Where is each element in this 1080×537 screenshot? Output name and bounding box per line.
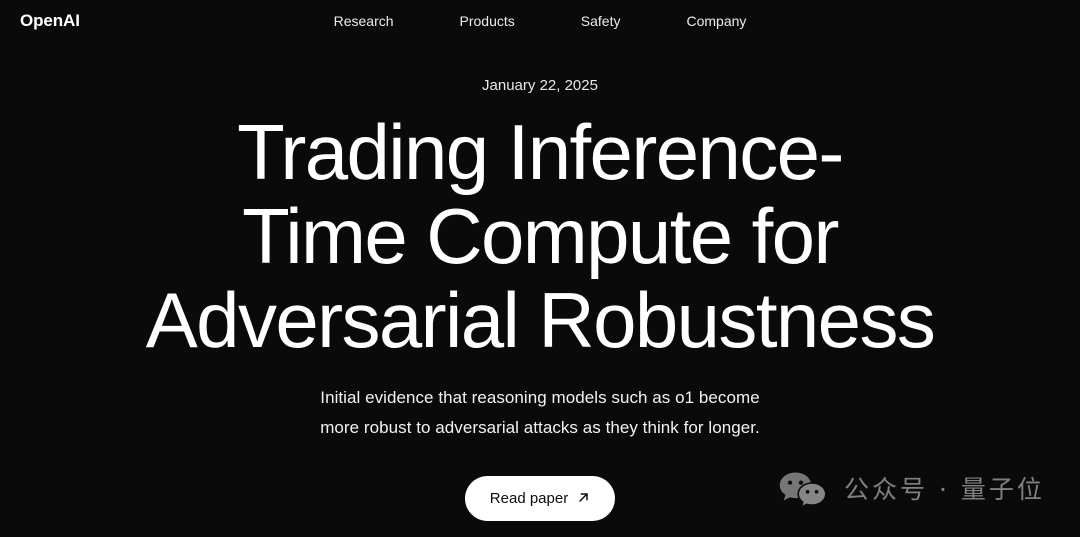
nav-item-research[interactable]: Research [301,11,427,31]
publication-date: January 22, 2025 [482,77,598,94]
cta-container: Read paper [0,476,1080,521]
top-navigation-bar: OpenAI Research Products Safety Company [0,0,1080,42]
page-subtitle-line-2: more robust to adversarial attacks as th… [320,418,760,437]
nav-item-safety[interactable]: Safety [548,11,654,31]
page-title-line-1: Trading Inference- [237,108,844,196]
read-paper-label: Read paper [489,490,569,507]
page-root: OpenAI Research Products Safety Company … [0,0,1080,537]
page-subtitle-line-1: Initial evidence that reasoning models s… [320,388,760,407]
page-title: Trading Inference- Time Compute for Adve… [0,110,1080,362]
nav-item-products[interactable]: Products [427,11,548,31]
page-title-line-2: Time Compute for [242,192,839,280]
read-paper-button[interactable]: Read paper [464,476,616,521]
main-nav: Research Products Safety Company [0,11,1080,31]
page-subtitle: Initial evidence that reasoning models s… [0,383,1080,443]
page-title-line-3: Adversarial Robustness [145,276,936,364]
arrow-up-right-icon [577,491,590,506]
nav-item-company[interactable]: Company [653,11,779,31]
